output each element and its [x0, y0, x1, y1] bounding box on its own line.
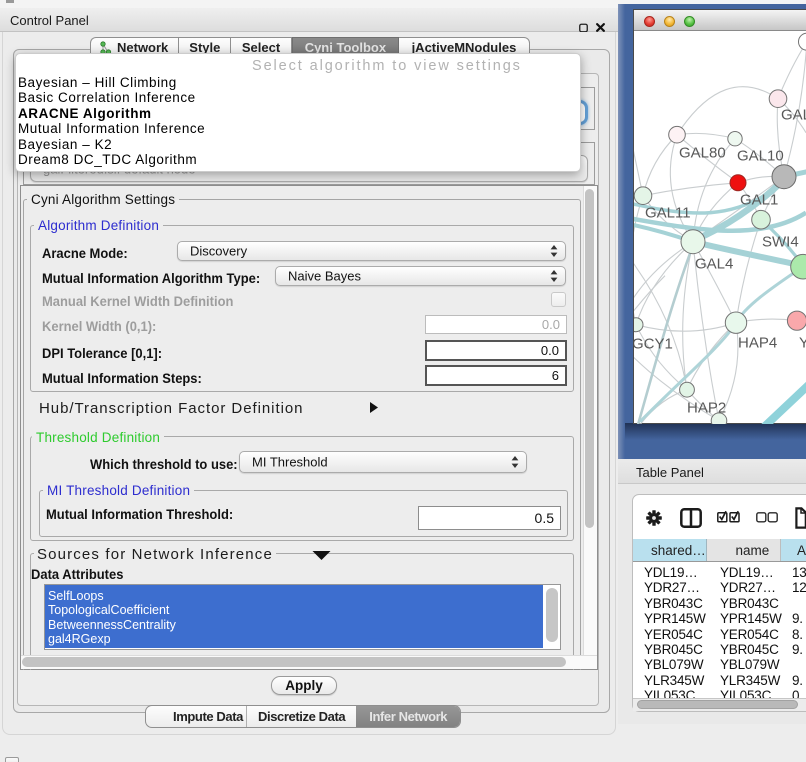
svg-text:HAP4: HAP4	[738, 335, 777, 352]
svg-text:Y: Y	[799, 335, 806, 352]
svg-text:GCY1: GCY1	[634, 336, 673, 353]
svg-text:HAP2: HAP2	[687, 400, 726, 417]
svg-text:SWI4: SWI4	[762, 234, 799, 251]
svg-text:GAL4: GAL4	[695, 256, 733, 273]
svg-text:GAL11: GAL11	[645, 205, 691, 222]
svg-text:GAL1: GAL1	[740, 192, 778, 209]
svg-text:GAL80: GAL80	[679, 145, 726, 162]
svg-text:GAL7: GAL7	[781, 107, 806, 124]
svg-text:GAL10: GAL10	[737, 148, 784, 165]
